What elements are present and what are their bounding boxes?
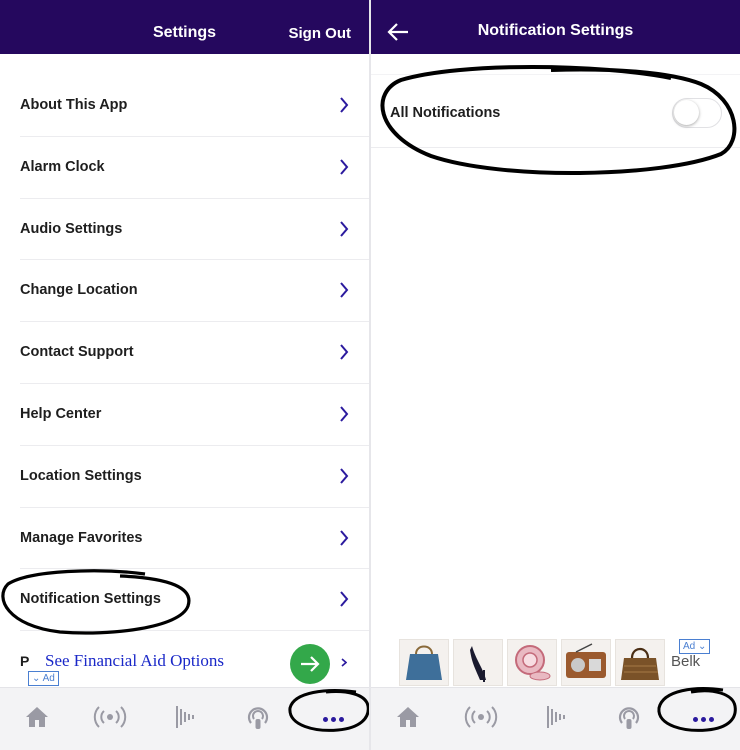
settings-item-manage-favorites[interactable]: Manage Favorites — [20, 508, 369, 570]
nav-live-radio[interactable] — [90, 704, 130, 734]
settings-item-label: Change Location — [20, 282, 138, 299]
settings-item-label: Help Center — [20, 405, 102, 422]
ad-banner[interactable]: Ad ⌄ Belk — [371, 636, 740, 688]
chevron-right-icon — [340, 591, 349, 608]
settings-item-notification-settings[interactable]: Notification Settings — [20, 569, 369, 632]
ad-brand-name[interactable]: Belk — [671, 653, 700, 670]
dishes-icon — [515, 645, 551, 681]
notification-settings-screen: Notification Settings All Notifications … — [371, 0, 740, 750]
more-dots-icon — [691, 709, 715, 726]
chevron-right-icon — [340, 97, 349, 113]
ad-product-image[interactable] — [453, 639, 503, 686]
all-notifications-label: All Notifications — [390, 105, 501, 121]
podcast-icon — [247, 707, 269, 729]
podcast-icon — [618, 707, 640, 729]
ad-go-button[interactable] — [290, 644, 330, 684]
audio-waveform-icon — [176, 706, 194, 728]
home-icon — [26, 707, 48, 727]
chevron-right-icon — [340, 406, 349, 422]
audio-waveform-icon — [547, 706, 565, 728]
settings-screen: Settings Sign Out About This App Alarm C… — [0, 0, 369, 750]
all-notifications-toggle[interactable] — [672, 98, 722, 128]
notification-header: Notification Settings — [371, 0, 740, 54]
chevron-right-icon — [340, 220, 349, 237]
ad-link-text[interactable]: See Financial Aid Options — [45, 651, 224, 671]
toggle-knob — [674, 100, 699, 125]
nav-podcasts[interactable] — [238, 704, 278, 734]
shoe-icon — [470, 646, 486, 682]
ad-badge[interactable]: ⌄ Ad — [28, 671, 59, 686]
radio-icon — [566, 643, 606, 678]
settings-item-label: About This App — [20, 97, 128, 113]
ad-product-image[interactable] — [615, 639, 665, 686]
settings-item-label: Manage Favorites — [20, 529, 143, 546]
settings-item-label: Contact Support — [20, 344, 134, 361]
radio-broadcast-icon — [93, 706, 127, 728]
ad-badge[interactable]: Ad ⌄ — [679, 639, 711, 654]
ad-badge-label: Ad — [42, 673, 55, 684]
radio-broadcast-icon — [464, 706, 498, 728]
settings-item-label: Notification Settings — [20, 591, 161, 608]
handbag-icon — [621, 647, 659, 680]
all-notifications-row: All Notifications — [371, 74, 740, 148]
settings-item-audio[interactable]: Audio Settings — [20, 199, 369, 261]
ad-product-image[interactable] — [507, 639, 557, 686]
handbag-icon — [406, 645, 442, 680]
chevron-right-icon — [340, 282, 349, 299]
nav-home[interactable] — [388, 704, 428, 734]
settings-item-alarm-clock[interactable]: Alarm Clock — [20, 137, 369, 199]
bottom-nav — [0, 687, 369, 750]
nav-audio[interactable] — [535, 704, 575, 734]
settings-list: About This App Alarm Clock Audio Setting… — [20, 75, 369, 632]
chevron-right-icon — [341, 658, 347, 667]
nav-home[interactable] — [17, 704, 57, 734]
settings-item-label: Audio Settings — [20, 220, 123, 237]
settings-item-contact-support[interactable]: Contact Support — [20, 322, 369, 384]
chevron-down-icon: ⌄ — [32, 673, 41, 684]
sign-out-button[interactable]: Sign Out — [289, 25, 352, 42]
ad-product-image[interactable] — [561, 639, 611, 686]
arrow-right-icon — [301, 656, 320, 672]
home-icon — [397, 707, 419, 727]
settings-item-about[interactable]: About This App — [20, 75, 369, 137]
chevron-right-icon — [340, 344, 349, 360]
nav-more[interactable] — [313, 709, 353, 727]
chevron-right-icon — [340, 468, 349, 484]
ad-badge-label: Ad — [683, 641, 696, 652]
settings-item-change-location[interactable]: Change Location — [20, 260, 369, 323]
settings-item-label: Alarm Clock — [20, 158, 105, 175]
nav-podcasts[interactable] — [609, 704, 649, 734]
settings-item-help-center[interactable]: Help Center — [20, 384, 369, 446]
page-title: Notification Settings — [477, 22, 634, 39]
nav-audio[interactable] — [164, 704, 204, 734]
ad-product-image[interactable] — [399, 639, 449, 686]
bottom-nav — [371, 687, 740, 750]
chevron-right-icon — [340, 529, 349, 546]
chevron-down-icon: ⌄ — [698, 641, 707, 652]
settings-item-location-settings[interactable]: Location Settings — [20, 446, 369, 508]
nav-live-radio[interactable] — [461, 704, 501, 734]
ad-banner[interactable]: See Financial Aid Options ⌄ Ad — [0, 641, 369, 687]
settings-item-label: Location Settings — [20, 467, 142, 484]
nav-more[interactable] — [683, 709, 723, 727]
settings-header: Settings Sign Out — [0, 0, 369, 54]
more-dots-icon — [321, 709, 345, 726]
chevron-right-icon — [340, 159, 349, 175]
